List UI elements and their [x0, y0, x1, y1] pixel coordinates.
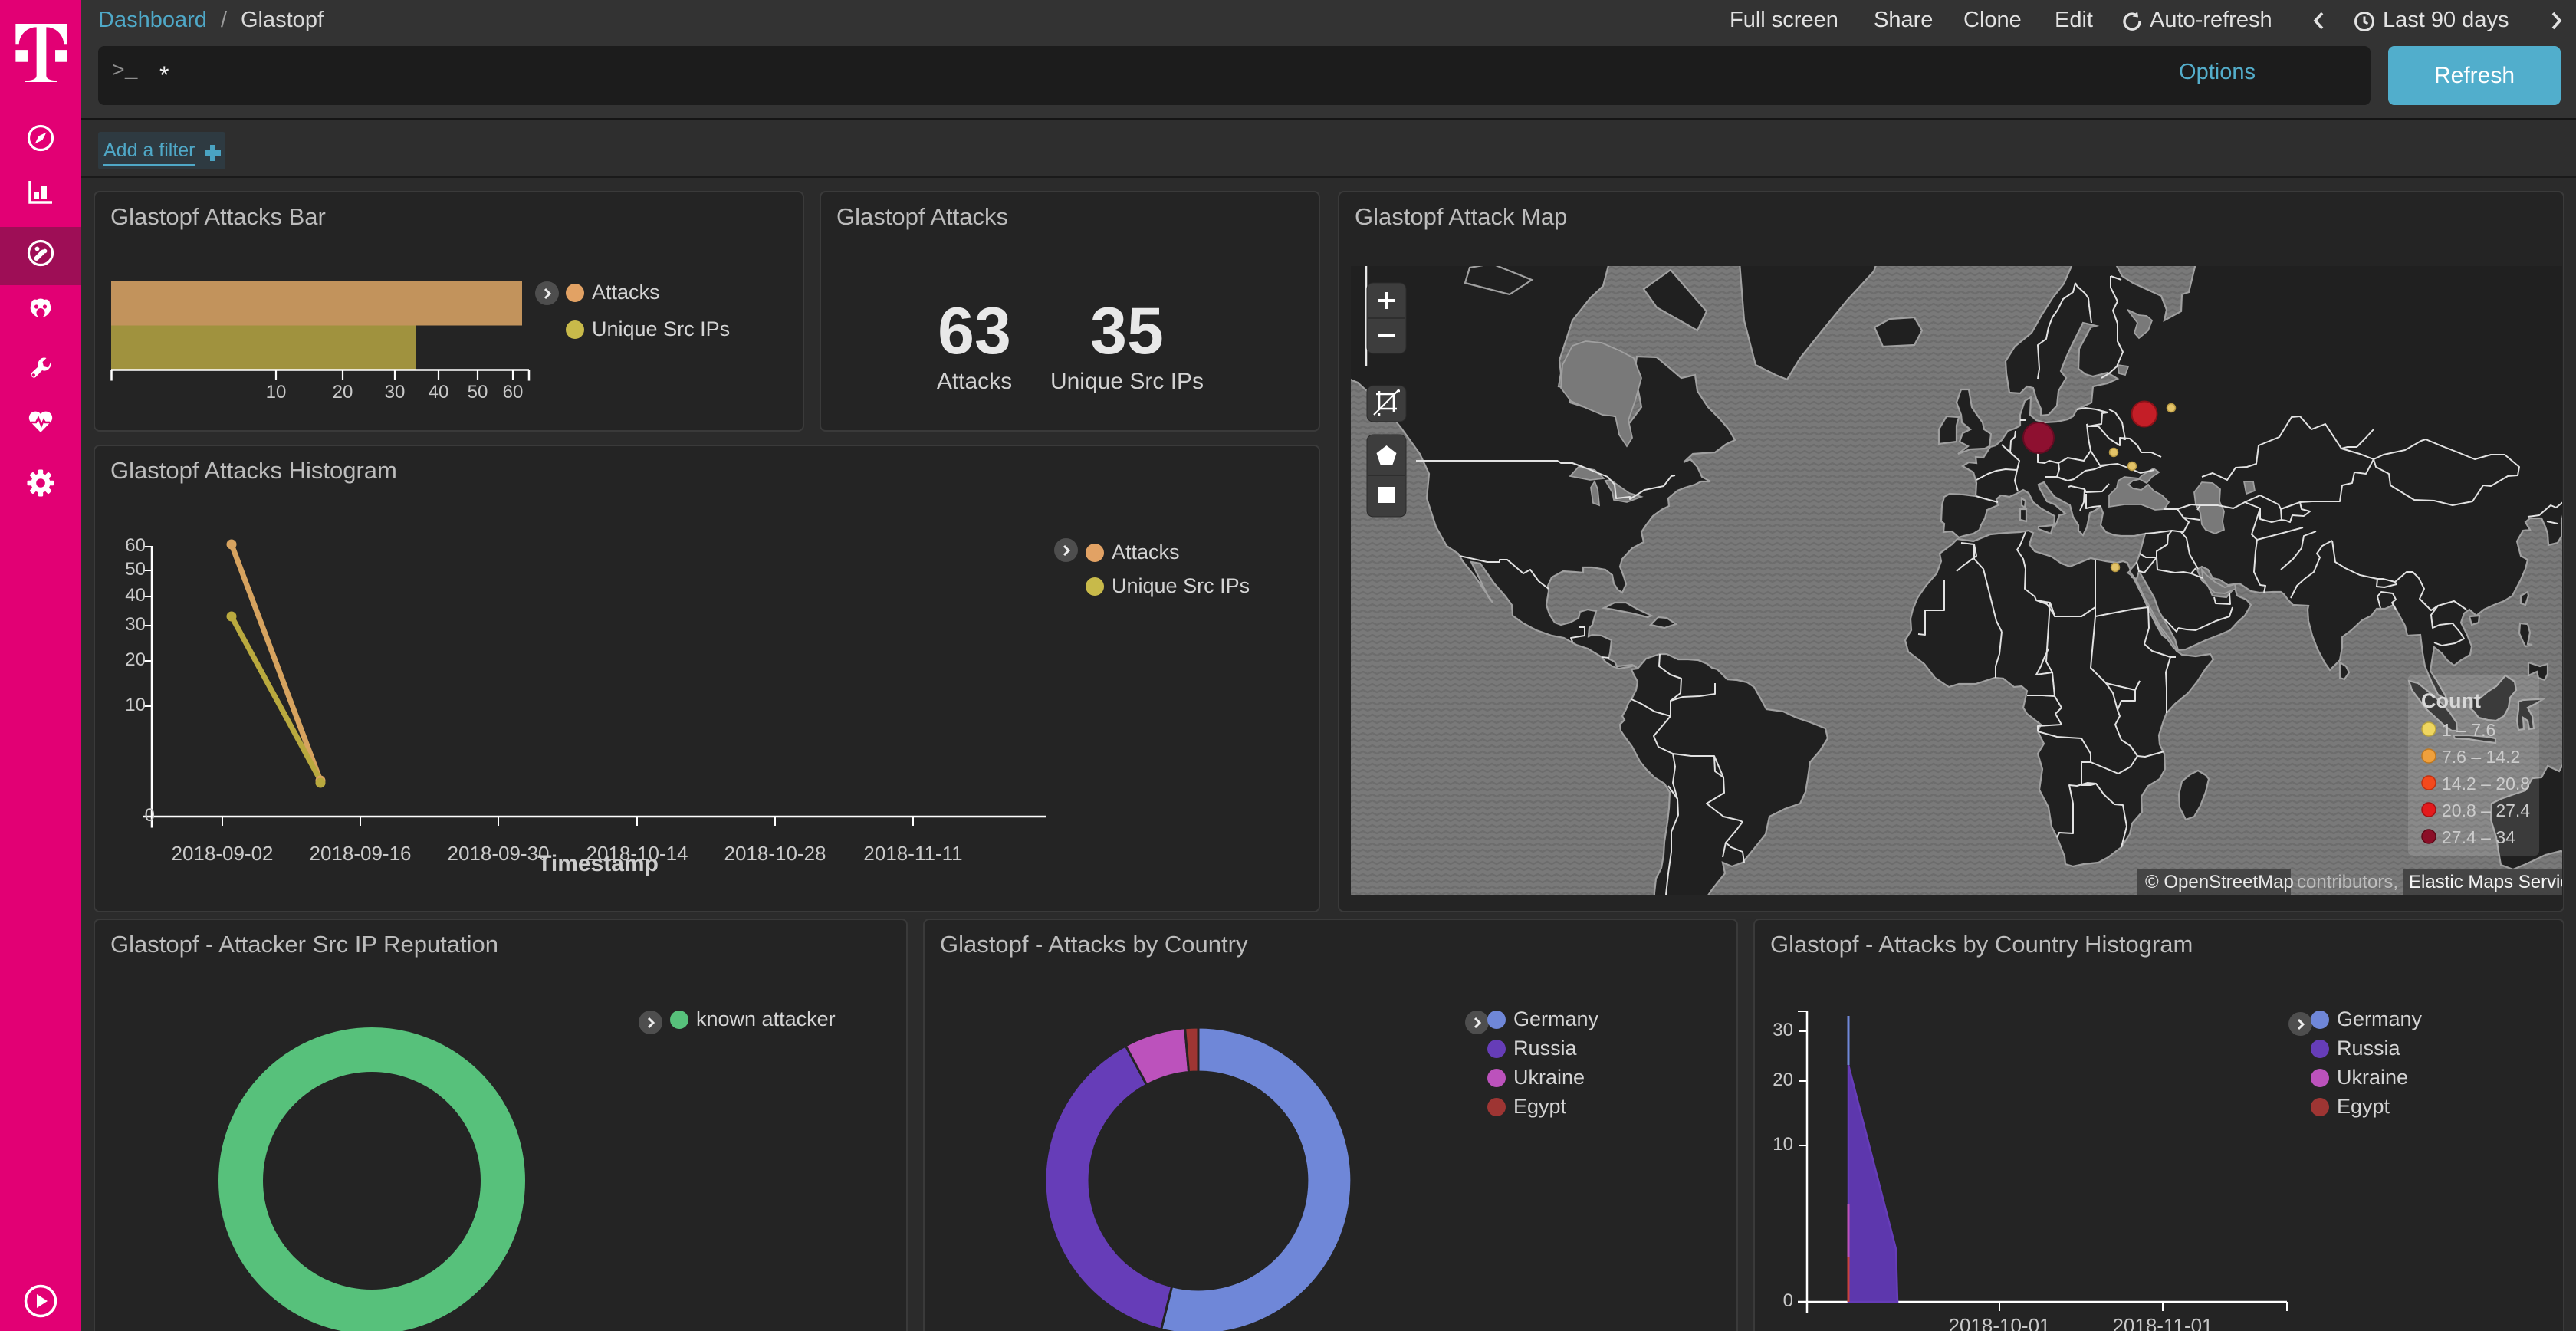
svg-text:© OpenStreetMap: © OpenStreetMap	[2145, 872, 2294, 892]
svg-text:14.2 – 20.8: 14.2 – 20.8	[2442, 774, 2530, 794]
svg-text:1 – 7.6: 1 – 7.6	[2442, 720, 2496, 740]
svg-text:Elastic Maps Service: Elastic Maps Service	[2409, 872, 2562, 892]
svg-text:contributors,: contributors,	[2297, 872, 2398, 892]
svg-text:7.6 – 14.2: 7.6 – 14.2	[2442, 747, 2520, 767]
svg-text:Count: Count	[2421, 689, 2481, 712]
svg-text:27.4 – 34: 27.4 – 34	[2442, 827, 2515, 847]
svg-text:20.8 – 27.4: 20.8 – 27.4	[2442, 800, 2530, 820]
